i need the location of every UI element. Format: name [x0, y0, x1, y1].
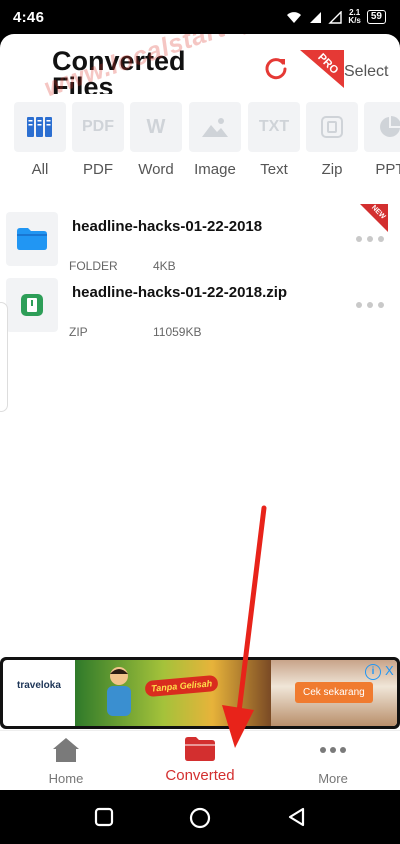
tab-text-label: Text: [260, 161, 288, 178]
battery-level: 59: [366, 10, 386, 24]
tab-zip-tile: [306, 102, 358, 152]
file-name: headline-hacks-01-22-2018.zip: [72, 284, 288, 301]
dot: [356, 302, 362, 308]
nav-home-label: Home: [48, 771, 84, 786]
ad-close-icon[interactable]: X: [385, 663, 394, 678]
converted-files-screen: Converted Files PRO Select www.localstar…: [0, 34, 400, 790]
tab-all-tile: [14, 102, 66, 152]
net-speed: 2.1 K/s: [348, 9, 360, 25]
select-button[interactable]: Select: [344, 63, 388, 81]
text-icon: TXT: [258, 118, 290, 135]
ad-brand-logo: traveloka: [17, 680, 61, 691]
home-button-icon[interactable]: [189, 807, 211, 829]
tab-text-tile: TXT: [248, 102, 300, 152]
file-type: FOLDER: [69, 259, 118, 273]
dot: [367, 302, 373, 308]
tab-word[interactable]: W Word: [130, 102, 182, 178]
file-type: ZIP: [69, 325, 88, 339]
image-icon: [202, 118, 228, 137]
pdf-icon: PDF: [82, 118, 114, 135]
file-row[interactable]: headline-hacks-01-22-2018.zip ZIP 11059K…: [0, 278, 400, 342]
tab-all[interactable]: All: [14, 102, 66, 178]
back-icon[interactable]: [287, 807, 307, 827]
tab-zip[interactable]: Zip: [306, 102, 358, 178]
dot: [378, 302, 384, 308]
bottom-navigation: Home Converted More: [0, 730, 400, 790]
nav-converted-label: Converted: [165, 767, 235, 784]
tab-image-tile: [189, 102, 241, 152]
ad-tagline: Tanpa Gelisah: [144, 674, 219, 698]
file-size: 4KB: [153, 259, 176, 273]
status-time: 4:46: [13, 9, 45, 26]
nav-home[interactable]: Home: [11, 737, 121, 786]
file-thumb: [6, 212, 58, 266]
signal-icon: [310, 11, 322, 23]
ad-content: traveloka Tanpa Gelisah Cek sekarang i X: [3, 660, 397, 726]
status-bar: 4:46 2.1 K/s 59: [0, 0, 400, 34]
file-more-button[interactable]: [356, 234, 386, 244]
nav-converted[interactable]: Converted: [145, 737, 255, 784]
tab-zip-label: Zip: [321, 161, 343, 178]
tab-ppt[interactable]: PPT: [364, 102, 400, 178]
file-name: headline-hacks-01-22-2018: [72, 218, 263, 235]
signal-empty-icon: [328, 10, 343, 24]
zip-icon: [321, 116, 343, 138]
word-icon: W: [146, 115, 166, 138]
tab-pdf[interactable]: PDF PDF: [72, 102, 124, 178]
ad-cta-button[interactable]: Cek sekarang: [295, 682, 373, 703]
system-navigation-bar: [0, 790, 400, 844]
tab-pdf-tile: PDF: [72, 102, 124, 152]
tab-ppt-label: PPT: [375, 161, 400, 178]
wifi-icon: [287, 11, 302, 23]
folder-icon: [17, 228, 47, 250]
file-more-button[interactable]: [356, 300, 386, 310]
more-dots-icon: [320, 747, 346, 753]
dot: [378, 236, 384, 242]
recents-icon[interactable]: [94, 807, 114, 827]
file-thumb: [6, 278, 58, 332]
tab-word-label: Word: [138, 161, 174, 178]
ad-character-icon: [107, 667, 131, 716]
refresh-icon[interactable]: [262, 54, 290, 82]
dot: [356, 236, 362, 242]
file-size: 11059KB: [153, 325, 202, 339]
tab-pdf-label: PDF: [83, 161, 113, 178]
ad-artwork: Tanpa Gelisah: [75, 660, 271, 726]
file-type-tabs: All PDF PDF W Word Image TXT Text Zip PP: [0, 102, 400, 182]
tab-image[interactable]: Image: [189, 102, 241, 178]
folder-icon: [185, 737, 215, 761]
tab-text[interactable]: TXT Text: [248, 102, 300, 178]
home-icon: [53, 738, 79, 762]
status-icons: 2.1 K/s 59: [286, 8, 386, 26]
pro-badge[interactable]: PRO: [300, 48, 344, 92]
ad-brand: traveloka: [17, 680, 61, 691]
ppt-icon: [380, 116, 400, 137]
nav-more-label: More: [318, 771, 348, 786]
page-title: Converted Files: [52, 48, 186, 94]
nav-more[interactable]: More: [278, 737, 388, 786]
tab-ppt-tile: [364, 102, 400, 152]
tab-word-tile: W: [130, 102, 182, 152]
side-drawer-handle[interactable]: [0, 302, 8, 412]
dot: [367, 236, 373, 242]
zip-file-icon: [21, 294, 43, 316]
tab-image-label: Image: [194, 161, 236, 178]
file-row[interactable]: headline-hacks-01-22-2018 FOLDER 4KB NEW: [0, 204, 400, 276]
net-speed-unit: K/s: [348, 16, 361, 25]
all-files-icon: [27, 117, 52, 137]
tab-all-label: All: [31, 161, 49, 178]
new-badge: NEW: [360, 204, 388, 232]
ad-info-icon[interactable]: i: [365, 664, 381, 680]
ad-banner[interactable]: traveloka Tanpa Gelisah Cek sekarang i X: [0, 657, 400, 729]
